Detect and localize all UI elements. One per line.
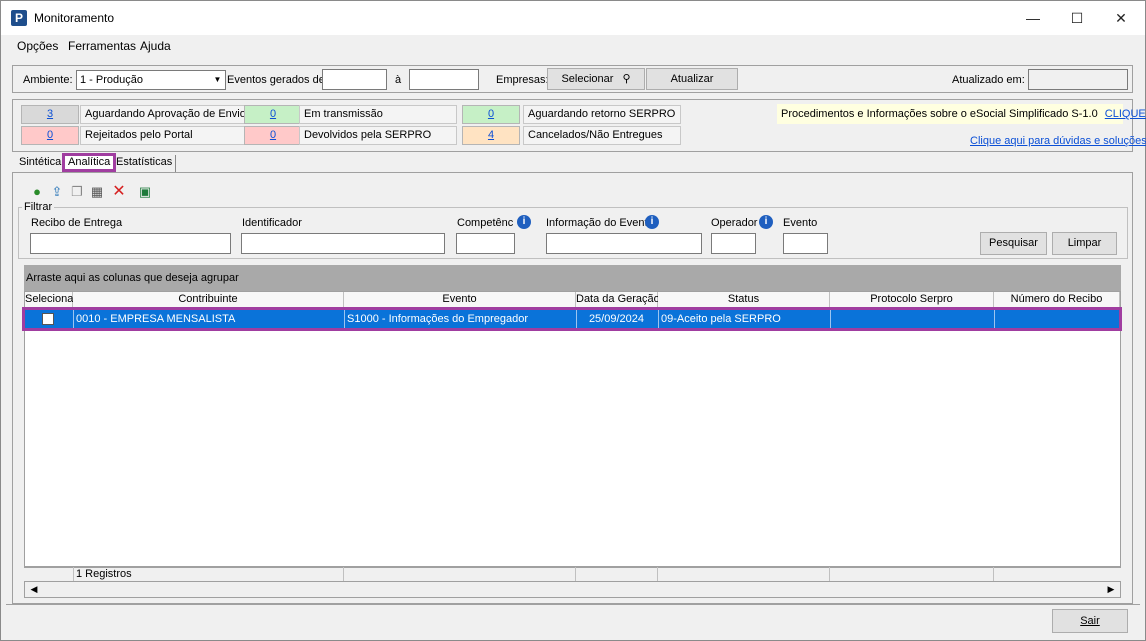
column-header-evento[interactable]: Evento [344,292,576,308]
status-count-cancelados[interactable]: 4 [462,126,520,145]
column-header-data[interactable]: Data da Geração [576,292,660,308]
atualizado-value [1028,69,1128,90]
atualizado-label: Atualizado em: [952,74,1025,86]
ambiente-select[interactable]: 1 - Produção ▼ [76,70,226,90]
evento-label: Evento [783,217,818,229]
minimize-button[interactable]: — [1011,1,1055,35]
top-toolbar: Ambiente: 1 - Produção ▼ Eventos gerados… [12,65,1133,93]
cell-status: 09-Aceito pela SERPRO [658,310,830,328]
status-count-transmissao[interactable]: 0 [244,105,302,124]
status-panel: 3 Aguardando Aprovação de Envio 0 Em tra… [12,99,1146,152]
status-label-cancelados: Cancelados/Não Entregues [523,126,681,145]
calendar-icon[interactable]: ▦ [89,184,105,200]
group-by-bar[interactable]: Arraste aqui as colunas que deseja agrup… [24,265,1121,291]
scroll-left-icon[interactable]: ◀ [27,583,41,596]
competencia-label: Competênc [457,217,514,229]
footer-cell [344,567,576,581]
excel-icon[interactable]: ▣ [137,184,153,200]
footer-cell [658,567,830,581]
status-count-retorno[interactable]: 0 [462,105,520,124]
status-count-aguardando[interactable]: 3 [21,105,79,124]
column-header-status[interactable]: Status [658,292,830,308]
selecionar-label: Selecionar [561,73,614,85]
column-header-protocolo[interactable]: Protocolo Serpro [830,292,994,308]
eventos-from-input[interactable] [322,69,387,90]
atualizar-button[interactable]: Atualizar [646,68,738,90]
status-label-devolvidos: Devolvidos pela SERPRO [299,126,457,145]
info-banner: Procedimentos e Informações sobre o eSoc… [777,104,1146,124]
globe-icon[interactable]: ● [29,184,45,200]
tab-estatisticas[interactable]: Estatísticas [113,155,177,172]
recibo-input[interactable] [30,233,231,254]
tab-analitica[interactable]: Analítica [62,153,117,172]
copy-icon[interactable]: ❐ [69,184,85,200]
sair-button[interactable]: Sair [1052,609,1128,633]
monitoramento-window: P Monitoramento — ☐ ✕ Opções Ferramentas… [0,0,1146,641]
cell-contribuinte: 0010 - EMPRESA MENSALISTA [73,310,344,328]
menu-ferramentas[interactable]: Ferramentas [68,39,136,53]
evento-input[interactable] [783,233,828,254]
operador-input[interactable] [711,233,756,254]
status-label-retorno: Aguardando retorno SERPRO [523,105,681,124]
clique-aqui-link[interactable]: CLIQUE AQUI [1105,108,1146,120]
info-text: Procedimentos e Informações sobre o eSoc… [781,108,1098,120]
group-hint: Arraste aqui as colunas que deseja agrup… [26,272,239,284]
empresas-label: Empresas: [496,74,549,86]
pesquisar-button[interactable]: Pesquisar [980,232,1047,255]
search-icon: ⚲ [622,73,631,85]
bottom-divider [6,604,1140,605]
info-icon[interactable]: i [645,215,659,229]
column-header-contribuinte[interactable]: Contribuinte [73,292,344,308]
chevron-down-icon: ▼ [213,75,222,84]
cell-protocolo [830,310,994,328]
record-count: 1 Registros [73,567,344,581]
cell-evento: S1000 - Informações do Empregador [344,310,576,328]
limpar-button[interactable]: Limpar [1052,232,1117,255]
a-label: à [395,74,402,86]
operador-label: Operador [711,217,758,229]
ambiente-label: Ambiente: [23,74,73,86]
cell-data: 25/09/2024 [576,310,658,328]
events-grid [24,291,1121,567]
menu-bar: Opções Ferramentas Ajuda [1,35,1145,57]
status-label-transmissao: Em transmissão [299,105,457,124]
filter-legend: Filtrar [22,201,55,213]
info-icon[interactable]: i [517,215,531,229]
column-header-recibo[interactable]: Número do Recibo [994,292,1120,308]
eventos-to-input[interactable] [409,69,479,90]
status-count-rejeitados[interactable]: 0 [21,126,79,145]
app-logo-icon: P [11,10,27,26]
eventos-label: Eventos gerados de: [227,74,328,86]
maximize-button[interactable]: ☐ [1055,1,1099,35]
export-icon[interactable]: ⇪ [49,184,65,200]
footer-cell [830,567,994,581]
informacao-label: Informação do Evento [546,217,654,229]
status-count-devolvidos[interactable]: 0 [244,126,302,145]
title-bar: P Monitoramento — ☐ ✕ [1,1,1145,35]
close-button[interactable]: ✕ [1099,1,1143,35]
informacao-input[interactable] [546,233,702,254]
footer-cell [576,567,658,581]
horizontal-scrollbar[interactable]: ◀ ▶ [24,581,1121,598]
delete-icon[interactable]: ✕ [111,184,127,200]
info-icon[interactable]: i [759,215,773,229]
recibo-label: Recibo de Entrega [31,217,123,229]
competencia-input[interactable] [456,233,515,254]
window-title: Monitoramento [34,11,115,25]
tab-sintetica[interactable]: Sintética [16,155,64,172]
identificador-label: Identificador [242,217,302,229]
identificador-input[interactable] [241,233,445,254]
duvidas-link[interactable]: Clique aqui para dúvidas e soluções [970,135,1146,147]
menu-ajuda[interactable]: Ajuda [140,39,171,53]
row-select-checkbox[interactable] [42,313,54,325]
column-header-selecionar[interactable]: Selecionar [25,292,77,308]
status-label-aguardando: Aguardando Aprovação de Envio [80,105,246,124]
status-label-rejeitados: Rejeitados pelo Portal [80,126,245,145]
selecionar-button[interactable]: Selecionar ⚲ [547,68,645,90]
scroll-right-icon[interactable]: ▶ [1104,583,1118,596]
cell-recibo [994,310,1119,328]
menu-opcoes[interactable]: Opções [17,39,58,53]
ambiente-value: 1 - Produção [80,74,143,86]
